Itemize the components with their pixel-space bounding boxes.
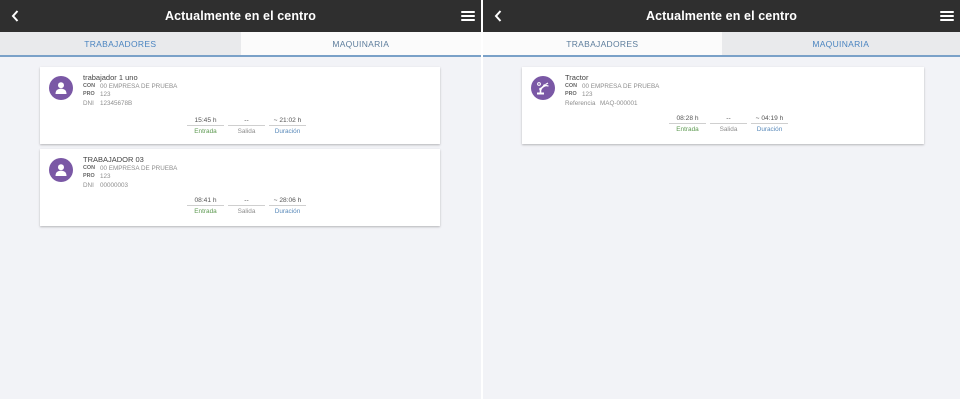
con-label: CON	[83, 83, 95, 89]
page-title: Actualmente en el centro	[164, 9, 317, 23]
time-summary: 08:28 h Entrada -- Salida ~ 04:19 h Dura…	[669, 115, 788, 133]
dni-value: 12345678B	[100, 100, 133, 107]
robot-arm-icon	[537, 82, 549, 95]
salida-column: -- Salida	[228, 197, 265, 215]
page-title: Actualmente en el centro	[645, 9, 798, 23]
company-row: CON 00 EMPRESA DE PRUEBA	[565, 83, 659, 90]
salida-column: -- Salida	[710, 115, 747, 133]
company-value: 00 EMPRESA DE PRUEBA	[100, 165, 178, 172]
worker-name: trabajador 1 uno	[83, 73, 138, 82]
top-bar: Actualmente en el centro	[483, 0, 960, 32]
entrada-label: Entrada	[194, 208, 217, 215]
reference-value: MAQ-000001	[600, 100, 638, 107]
duracion-label: Duración	[756, 126, 783, 133]
salida-value: --	[228, 197, 265, 206]
dni-label: DNI	[83, 182, 94, 189]
company-value: 00 EMPRESA DE PRUEBA	[100, 83, 178, 90]
duracion-value: ~ 21:02 h	[269, 117, 306, 126]
avatar	[531, 76, 555, 100]
menu-button[interactable]	[461, 7, 475, 25]
con-label: CON	[565, 83, 577, 89]
salida-label: Salida	[719, 126, 738, 133]
con-label: CON	[83, 165, 95, 171]
salida-value: --	[228, 117, 265, 126]
duracion-column: ~ 21:02 h Duración	[269, 117, 306, 135]
menu-button[interactable]	[940, 7, 954, 25]
duracion-value: ~ 28:06 h	[269, 197, 306, 206]
hamburger-menu-icon	[940, 11, 954, 13]
duracion-column: ~ 28:06 h Duración	[269, 197, 306, 215]
duracion-label: Duración	[274, 128, 301, 135]
entrada-value: 08:28 h	[669, 115, 706, 124]
left-screen: Actualmente en el centro TRABAJADORES MA…	[0, 0, 481, 399]
pro-label: PRO	[83, 173, 95, 179]
entrada-label: Entrada	[676, 126, 699, 133]
duracion-label: Duración	[274, 208, 301, 215]
project-row: PRO 123	[83, 173, 111, 180]
duracion-column: ~ 04:19 h Duración	[751, 115, 788, 133]
tab-trabajadores[interactable]: TRABAJADORES	[0, 32, 241, 57]
project-value: 123	[582, 91, 593, 98]
dni-row: DNI 12345678B	[83, 100, 132, 107]
project-row: PRO 123	[565, 91, 593, 98]
tab-bar: TRABAJADORES MAQUINARIA	[0, 32, 481, 57]
pro-label: PRO	[83, 91, 95, 97]
chevron-left-icon	[494, 10, 502, 22]
dni-label: DNI	[83, 100, 94, 107]
salida-label: Salida	[237, 208, 256, 215]
entrada-column: 15:45 h Entrada	[187, 117, 224, 135]
avatar	[49, 158, 73, 182]
time-summary: 15:45 h Entrada -- Salida ~ 21:02 h Dura…	[187, 117, 306, 135]
person-icon	[55, 164, 67, 176]
entrada-column: 08:41 h Entrada	[187, 197, 224, 215]
salida-label: Salida	[237, 128, 256, 135]
salida-column: -- Salida	[228, 117, 265, 135]
machine-card[interactable]: Tractor CON 00 EMPRESA DE PRUEBA PRO 123…	[522, 67, 924, 144]
project-value: 123	[100, 91, 111, 98]
entrada-label: Entrada	[194, 128, 217, 135]
back-button[interactable]	[491, 6, 505, 26]
company-row: CON 00 EMPRESA DE PRUEBA	[83, 83, 177, 90]
hamburger-menu-icon	[461, 11, 475, 13]
pro-label: PRO	[565, 91, 577, 97]
tab-bar: TRABAJADORES MAQUINARIA	[483, 32, 960, 57]
dni-row: DNI 00000003	[83, 182, 128, 189]
salida-value: --	[710, 115, 747, 124]
entrada-value: 15:45 h	[187, 117, 224, 126]
tab-maquinaria[interactable]: MAQUINARIA	[721, 32, 960, 57]
company-value: 00 EMPRESA DE PRUEBA	[582, 83, 660, 90]
tab-trabajadores[interactable]: TRABAJADORES	[483, 32, 722, 57]
worker-name: TRABAJADOR 03	[83, 155, 144, 164]
dni-value: 00000003	[100, 182, 129, 189]
chevron-left-icon	[11, 10, 19, 22]
duracion-value: ~ 04:19 h	[751, 115, 788, 124]
entrada-column: 08:28 h Entrada	[669, 115, 706, 133]
avatar	[49, 76, 73, 100]
worker-card[interactable]: TRABAJADOR 03 CON 00 EMPRESA DE PRUEBA P…	[40, 149, 440, 226]
right-screen: Actualmente en el centro TRABAJADORES MA…	[483, 0, 960, 399]
reference-label: Referencia	[565, 100, 596, 107]
reference-row: Referencia MAQ-000001	[565, 100, 637, 107]
person-icon	[55, 82, 67, 94]
project-row: PRO 123	[83, 91, 111, 98]
project-value: 123	[100, 173, 111, 180]
back-button[interactable]	[8, 6, 22, 26]
company-row: CON 00 EMPRESA DE PRUEBA	[83, 165, 177, 172]
worker-card[interactable]: trabajador 1 uno CON 00 EMPRESA DE PRUEB…	[40, 67, 440, 144]
tab-maquinaria[interactable]: MAQUINARIA	[240, 32, 481, 57]
entrada-value: 08:41 h	[187, 197, 224, 206]
time-summary: 08:41 h Entrada -- Salida ~ 28:06 h Dura…	[187, 197, 306, 215]
top-bar: Actualmente en el centro	[0, 0, 481, 32]
machine-name: Tractor	[565, 73, 589, 82]
